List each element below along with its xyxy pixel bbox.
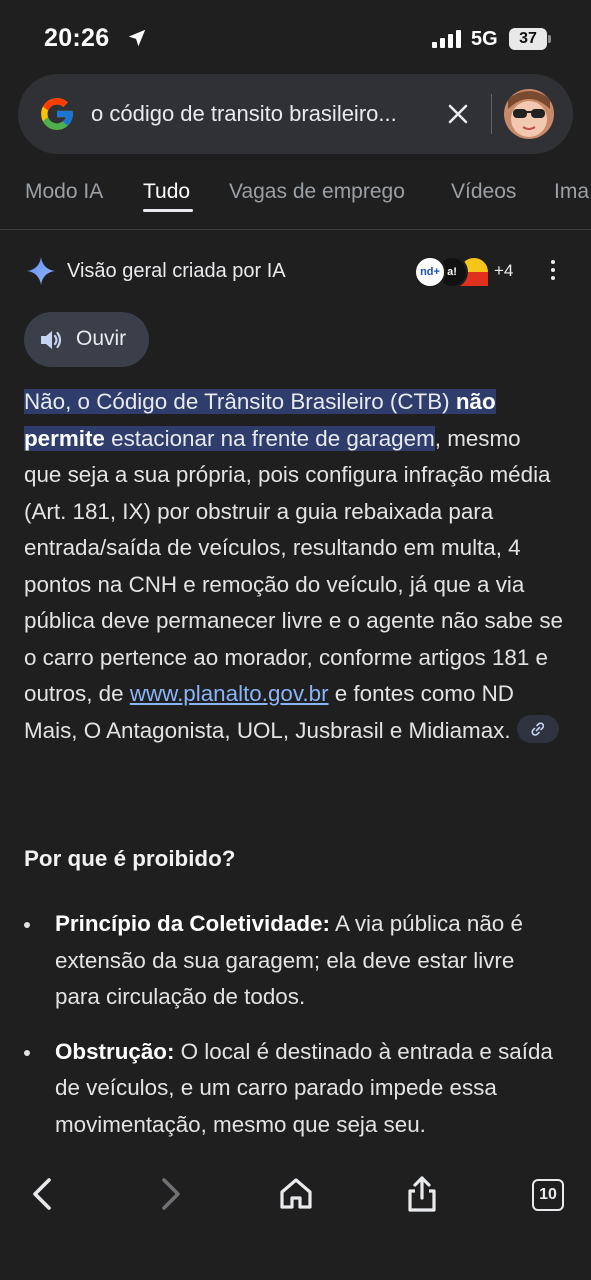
search-divider [491,94,492,134]
highlighted-answer-part1: Não, o Código de Trânsito Brasileiro (CT… [24,389,456,414]
planalto-link[interactable]: www.planalto.gov.br [130,681,329,706]
network-type: 5G [471,28,498,50]
home-icon[interactable] [276,1174,316,1214]
tab-tudo[interactable]: Tudo [143,180,190,204]
bullet-title: Princípio da Coletividade: [55,911,330,936]
highlighted-answer-part2: estacionar na frente de garagem [104,425,435,451]
clear-search-icon[interactable] [444,100,472,128]
listen-button[interactable]: Ouvir [24,312,149,367]
ai-sparkle-icon [27,257,55,285]
location-arrow-icon [128,29,146,47]
search-bar[interactable]: o código de transito brasileiro... [18,74,573,154]
clock: 20:26 [44,24,110,52]
bullet-title: Obstrução: [55,1038,175,1064]
source-favicons[interactable]: nd+ a! [414,256,494,288]
profile-avatar[interactable] [504,89,554,139]
forward-icon[interactable] [150,1174,190,1214]
share-icon[interactable] [402,1174,442,1214]
tab-videos[interactable]: Vídeos [451,180,516,204]
ai-answer-text: Não, o Código de Trânsito Brasileiro (CT… [24,384,564,749]
search-query-text[interactable]: o código de transito brasileiro... [91,101,423,127]
list-item: Princípio da Coletividade: A via pública… [24,906,564,1016]
source-nd-icon[interactable]: nd+ [414,256,446,288]
list-item: Obstrução: O local é destinado à entrada… [24,1034,564,1144]
link-icon [531,721,544,736]
ai-overview-header: Visão geral criada por IA nd+ a! +4 [0,252,591,292]
google-logo-icon [41,98,73,130]
section-title: Por que é proibido? [24,846,236,871]
listen-label: Ouvir [76,327,127,350]
answer-body: , mesmo que seja a sua própria, pois con… [24,425,563,707]
more-options-icon[interactable] [546,260,560,286]
back-icon[interactable] [23,1174,63,1214]
tab-imagens[interactable]: Ima [554,180,589,204]
battery-icon: 37 [509,28,547,50]
bottom-toolbar: 10 [0,1148,591,1280]
battery-tip [548,35,551,43]
reason-list: Princípio da Coletividade: A via pública… [24,906,564,1161]
tab-modo-ia[interactable]: Modo IA [25,180,103,204]
signal-bars-icon [432,30,461,48]
ai-overview-title: Visão geral criada por IA [67,260,286,282]
active-tab-indicator [143,209,193,212]
tabs-count-button[interactable]: 10 [532,1179,564,1211]
more-sources-count[interactable]: +4 [494,261,513,281]
search-tabs: Modo IA Tudo Vagas de emprego Vídeos Ima [0,172,591,230]
tab-vagas-de-emprego[interactable]: Vagas de emprego [229,180,405,204]
status-bar: 20:26 5G 37 [0,0,591,76]
speaker-icon [41,331,62,349]
source-link-chip[interactable] [516,714,559,743]
